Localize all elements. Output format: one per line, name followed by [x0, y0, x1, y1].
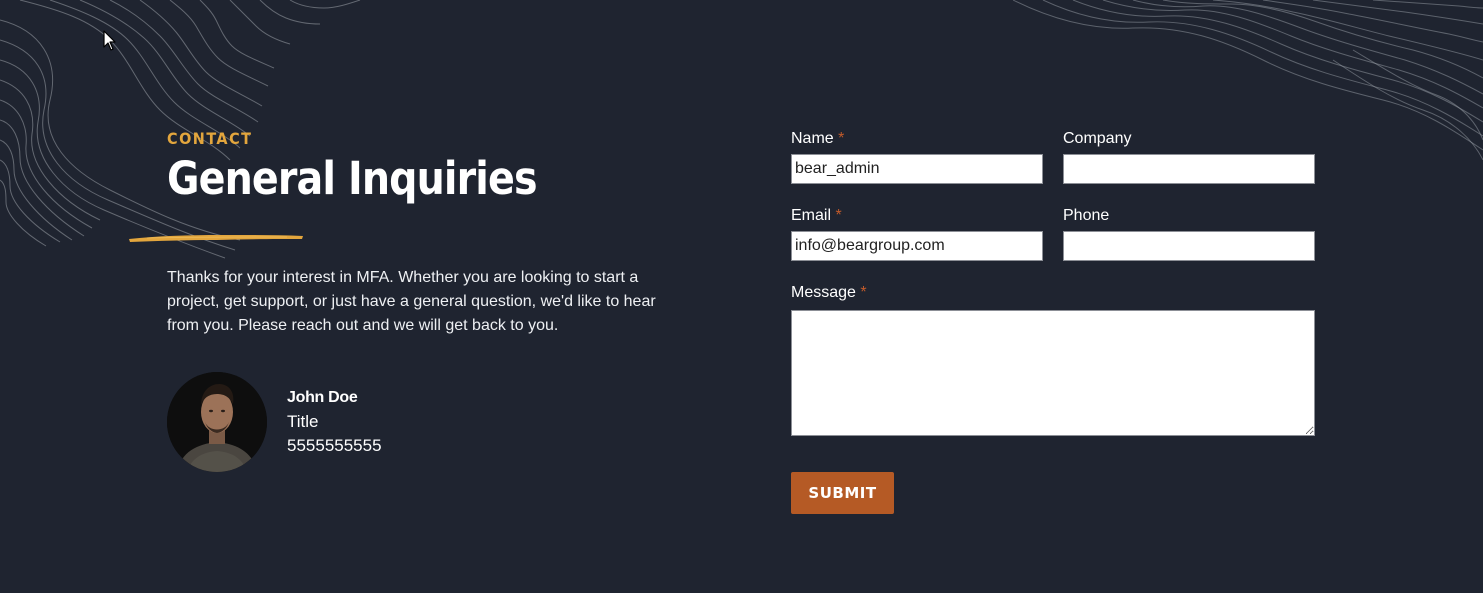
contact-person-phone: 5555555555: [287, 436, 382, 455]
intro-paragraph: Thanks for your interest in MFA. Whether…: [167, 269, 656, 334]
phone-label: Phone: [1063, 207, 1110, 224]
contact-person-name: John Doe: [287, 389, 358, 406]
contact-person-details: John Doe Title 5555555555: [287, 372, 382, 458]
contact-person-title: Title: [287, 412, 319, 431]
required-marker: *: [860, 284, 867, 301]
email-field-group: Email *: [791, 205, 1043, 261]
company-input[interactable]: [1063, 154, 1315, 184]
submit-button[interactable]: SUBMIT: [791, 472, 894, 514]
required-marker: *: [838, 130, 845, 147]
name-field-group: Name *: [791, 128, 1043, 184]
required-marker: *: [835, 207, 842, 224]
message-textarea[interactable]: [791, 310, 1315, 436]
email-label-text: Email: [791, 207, 832, 224]
company-field-group: Company: [1063, 128, 1315, 184]
page-title: General Inquiries: [167, 152, 538, 205]
contact-person-card: John Doe Title 5555555555: [167, 372, 382, 472]
email-input[interactable]: [791, 231, 1043, 261]
phone-input[interactable]: [1063, 231, 1315, 261]
email-label: Email *: [791, 205, 1043, 231]
mouse-pointer-icon: [103, 30, 116, 51]
contact-intro-section: CONTACT General Inquiries Thanks for you…: [129, 128, 687, 472]
message-label: Message *: [791, 282, 1315, 310]
name-label-text: Name: [791, 130, 834, 147]
message-field-group: Message *: [791, 282, 1315, 436]
avatar: [167, 372, 267, 472]
message-label-text: Message: [791, 284, 856, 301]
brush-underline-decoration: [129, 235, 303, 242]
company-label: Company: [1063, 130, 1132, 147]
name-input[interactable]: [791, 154, 1043, 184]
section-eyebrow: CONTACT: [167, 129, 253, 148]
portrait-image: [167, 372, 267, 472]
name-label: Name *: [791, 128, 1043, 154]
phone-field-group: Phone: [1063, 205, 1315, 261]
